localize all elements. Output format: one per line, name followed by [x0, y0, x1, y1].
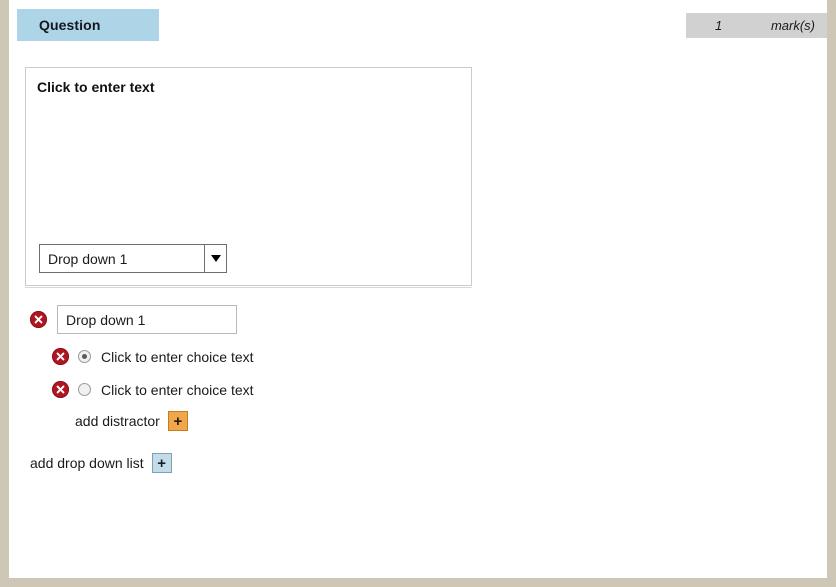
delete-circle-icon[interactable]	[52, 348, 69, 365]
choice-label[interactable]: Click to enter choice text	[101, 382, 254, 398]
editor-page: Question 1 mark(s) Click to enter text D…	[0, 0, 836, 587]
dropdown-name-row: Drop down 1	[30, 305, 237, 334]
radio-selected-icon[interactable]	[78, 350, 91, 363]
radio-unselected-icon[interactable]	[78, 383, 91, 396]
add-dropdown-list-button[interactable]: +	[151, 453, 172, 473]
question-tab[interactable]: Question	[17, 9, 159, 41]
question-tab-label: Question	[39, 17, 101, 33]
page-canvas: Question 1 mark(s) Click to enter text D…	[9, 0, 827, 578]
add-dropdown-list-label: add drop down list	[30, 455, 144, 471]
add-distractor-label: add distractor	[75, 413, 160, 429]
add-dropdown-list-row: add drop down list +	[30, 453, 172, 473]
choice-row: Click to enter choice text	[52, 381, 254, 398]
question-prompt-placeholder[interactable]: Click to enter text	[37, 79, 154, 95]
marks-box[interactable]: 1 mark(s)	[686, 13, 827, 38]
marks-label: mark(s)	[770, 18, 815, 33]
preview-dropdown[interactable]: Drop down 1	[39, 244, 227, 273]
preview-dropdown-value: Drop down 1	[48, 250, 128, 267]
delete-circle-icon[interactable]	[30, 311, 47, 328]
add-distractor-row: add distractor +	[75, 411, 188, 431]
choice-label[interactable]: Click to enter choice text	[101, 349, 254, 365]
caret-shape	[210, 255, 221, 262]
dropdown-name-input[interactable]: Drop down 1	[57, 305, 237, 334]
choice-row: Click to enter choice text	[52, 348, 254, 365]
marks-value: 1	[715, 18, 723, 33]
add-distractor-button[interactable]: +	[167, 411, 188, 431]
question-box-underline	[25, 287, 472, 288]
delete-circle-icon[interactable]	[52, 381, 69, 398]
question-body-box[interactable]: Click to enter text Drop down 1	[25, 67, 472, 286]
chevron-down-icon[interactable]	[204, 245, 226, 272]
